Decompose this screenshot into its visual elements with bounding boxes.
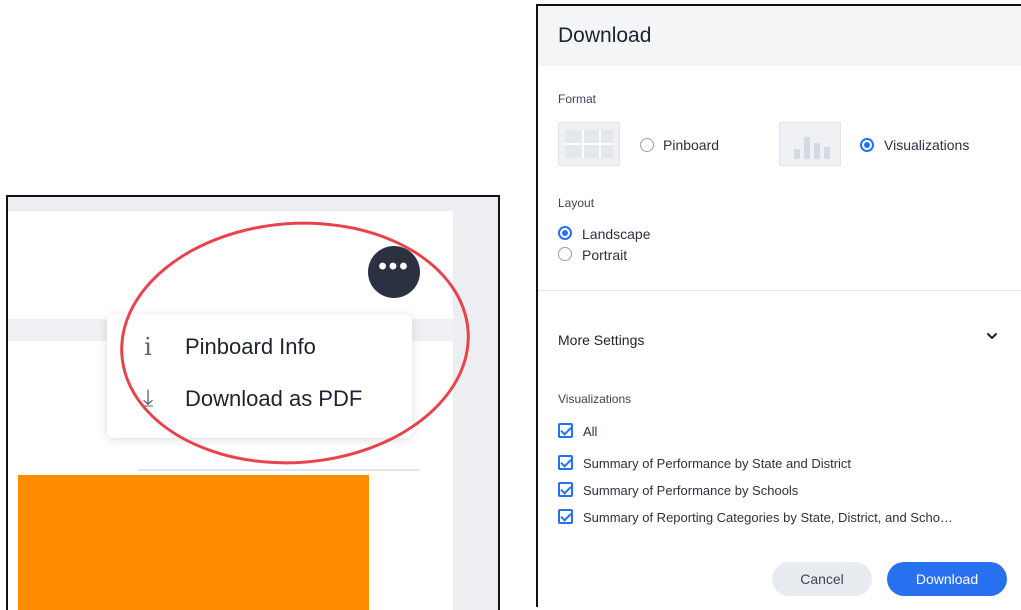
checkbox-state-district-label[interactable]: Summary of Performance by State and Dist… <box>583 456 851 471</box>
layout-label: Layout <box>558 196 595 210</box>
grid-layout-icon <box>565 130 613 158</box>
checkbox-schools-label[interactable]: Summary of Performance by Schools <box>583 483 798 498</box>
checkbox-all[interactable] <box>558 423 573 438</box>
dialog-title: Download <box>558 24 652 47</box>
cancel-button[interactable]: Cancel <box>772 562 872 596</box>
format-visualizations-radio[interactable] <box>860 138 874 152</box>
pinboard-thumbnail[interactable] <box>558 122 620 166</box>
menu-divider <box>138 469 420 471</box>
layout-landscape-label[interactable]: Landscape <box>582 226 651 242</box>
download-dialog: Download Format Pinboard Visualizations … <box>536 4 1021 607</box>
download-button[interactable]: Download <box>887 562 1007 596</box>
dialog-header: Download <box>538 6 1021 66</box>
checkbox-reporting-categories-label[interactable]: Summary of Reporting Categories by State… <box>583 510 953 525</box>
orange-chart-block <box>18 475 369 610</box>
chevron-down-icon[interactable] <box>985 329 999 343</box>
checkbox-reporting-categories[interactable] <box>558 509 573 524</box>
pinboard-screenshot-panel: ••• i Pinboard Info ⤓ Download as PDF <box>6 195 500 610</box>
visualizations-label: Visualizations <box>558 392 632 406</box>
layout-portrait-label[interactable]: Portrait <box>582 247 627 263</box>
more-settings-toggle[interactable]: More Settings <box>558 332 644 348</box>
format-visualizations-label[interactable]: Visualizations <box>884 137 969 153</box>
checkbox-schools[interactable] <box>558 482 573 497</box>
layout-portrait-radio[interactable] <box>558 247 572 261</box>
format-pinboard-label[interactable]: Pinboard <box>663 137 719 153</box>
format-pinboard-radio[interactable] <box>640 138 654 152</box>
format-label: Format <box>558 92 597 106</box>
visualizations-thumbnail[interactable] <box>779 122 841 166</box>
checkbox-state-district[interactable] <box>558 455 573 470</box>
checkbox-all-label[interactable]: All <box>583 424 597 439</box>
bar-chart-icon <box>790 131 830 159</box>
dialog-divider <box>538 290 1021 291</box>
layout-landscape-radio[interactable] <box>558 226 572 240</box>
